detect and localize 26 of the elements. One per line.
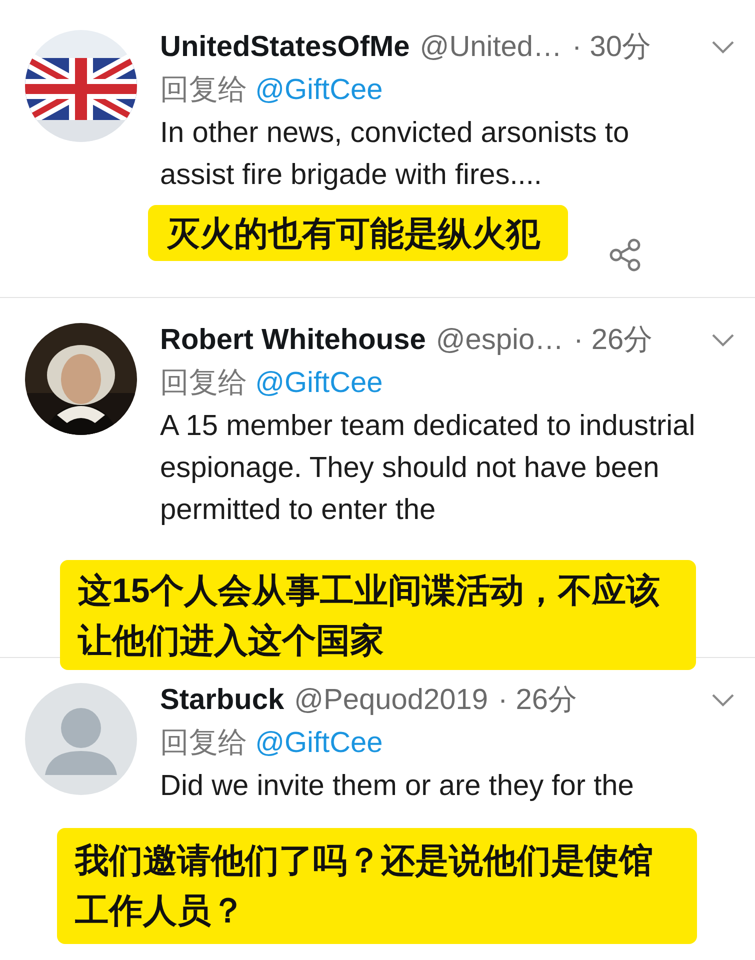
caption: 我们邀请他们了吗？还是说他们是使馆工作人员？: [57, 828, 697, 944]
timestamp: · 30分: [572, 30, 652, 64]
mention-link[interactable]: @GiftCee: [255, 367, 383, 399]
caption: 这15个人会从事工业间谍活动，不应该让他们进入这个国家: [60, 560, 696, 670]
reply-label: 回复给: [160, 727, 247, 759]
user-name: Robert Whitehouse: [160, 323, 426, 357]
share-icon[interactable]: [608, 238, 642, 272]
tweet-text: Did we invite them or are they for the: [160, 769, 635, 804]
chevron-down-icon[interactable]: [711, 333, 735, 347]
caption: 灭火的也有可能是纵火犯: [148, 205, 568, 261]
tweet-text: In other news, convicted arsonists to assist fire brigade with fires....: [160, 116, 630, 193]
timestamp: · 26分: [498, 683, 578, 717]
chevron-down-icon[interactable]: [711, 693, 735, 707]
reply-label: 回复给: [160, 74, 247, 106]
user-name: UnitedStatesOfMe: [160, 30, 410, 64]
user-handle: @United…: [420, 30, 562, 64]
chevron-down-icon[interactable]: [711, 40, 735, 54]
user-name: Starbuck: [160, 683, 284, 717]
tweet-text: A 15 member team dedicated to industrial espionage. They should not have been permitted to enter the: [160, 409, 696, 528]
timestamp: · 26分: [574, 323, 653, 357]
reply-label: 回复给: [160, 367, 247, 399]
user-handle: @espio…: [436, 323, 564, 357]
mention-link[interactable]: @GiftCee: [255, 74, 383, 106]
mention-link[interactable]: @GiftCee: [255, 727, 383, 759]
user-handle: @Pequod2019: [294, 683, 488, 717]
avatar-icon: [25, 683, 137, 795]
